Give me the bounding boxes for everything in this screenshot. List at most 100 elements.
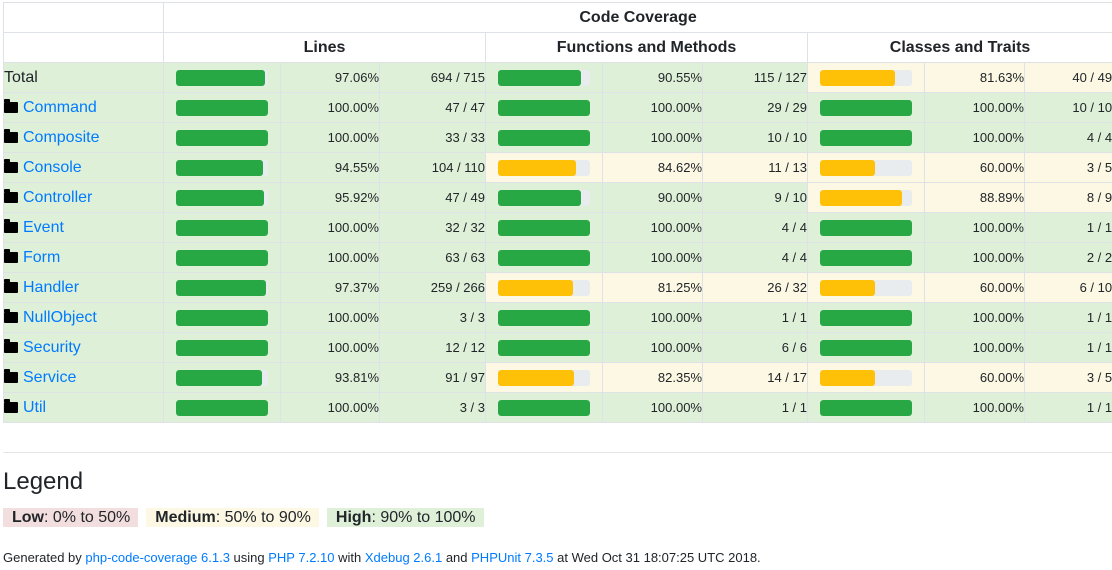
- progress-bar-fill: [176, 69, 266, 86]
- directory-link[interactable]: Command: [23, 99, 97, 116]
- lines-bar-cell: [163, 182, 281, 213]
- progress-bar: [498, 369, 590, 386]
- functions-bar-cell: [485, 332, 603, 363]
- functions-bar-cell: [485, 152, 603, 183]
- directory-link[interactable]: Controller: [23, 189, 92, 206]
- directory-link[interactable]: Handler: [23, 279, 79, 296]
- lines-bar-cell: [163, 242, 281, 273]
- functions-percent: 90.55%: [602, 62, 703, 93]
- classes-count: 1 / 1: [1023, 332, 1112, 363]
- lines-count: 12 / 12: [379, 332, 486, 363]
- progress-bar-fill: [176, 279, 266, 296]
- classes-count: 10 / 10: [1023, 92, 1112, 123]
- lines-count: 104 / 110: [379, 152, 486, 183]
- progress-bar: [820, 369, 912, 386]
- classes-bar-cell: [807, 272, 925, 303]
- progress-bar: [498, 99, 590, 116]
- row-name-cell: Form: [3, 242, 164, 273]
- lines-percent: 100.00%: [280, 392, 380, 423]
- progress-bar-fill: [176, 159, 263, 176]
- directory-link[interactable]: Event: [23, 219, 64, 236]
- classes-count: 2 / 2: [1023, 242, 1112, 273]
- progress-bar-fill: [498, 99, 590, 116]
- lines-percent: 100.00%: [280, 302, 380, 333]
- directory-link[interactable]: Form: [23, 249, 60, 266]
- progress-bar: [176, 309, 268, 326]
- lines-count: 91 / 97: [379, 362, 486, 393]
- functions-percent: 100.00%: [602, 392, 703, 423]
- progress-bar-fill: [820, 249, 912, 266]
- folder-icon: [4, 278, 18, 293]
- functions-percent: 100.00%: [602, 122, 703, 153]
- lines-percent: 97.06%: [280, 62, 380, 93]
- table-title: Code Coverage: [162, 2, 1112, 33]
- directory-link[interactable]: Util: [23, 399, 46, 416]
- php-link[interactable]: PHP 7.2.10: [268, 550, 334, 565]
- table-row: Composite 100.00% 33 / 33 100.00% 10 / 10 100…: [3, 122, 1112, 153]
- progress-bar: [498, 129, 590, 146]
- classes-count: 1 / 1: [1023, 212, 1112, 243]
- xdebug-link[interactable]: Xdebug 2.6.1: [365, 550, 442, 565]
- column-header-functions: Functions and Methods: [485, 32, 808, 63]
- row-name-cell: Security: [3, 332, 164, 363]
- directory-link[interactable]: NullObject: [23, 309, 97, 326]
- total-label: Total: [4, 68, 38, 86]
- legend: Low: 0% to 50% Medium: 50% to 90% High: …: [3, 508, 484, 527]
- row-name-cell: Composite: [3, 122, 164, 153]
- directory-link[interactable]: Security: [23, 339, 81, 356]
- progress-bar-fill: [820, 219, 912, 236]
- classes-percent: 100.00%: [924, 332, 1025, 363]
- phpunit-link[interactable]: PHPUnit 7.3.5: [471, 550, 553, 565]
- functions-count: 4 / 4: [702, 212, 808, 243]
- functions-count: 14 / 17: [702, 362, 808, 393]
- classes-percent: 100.00%: [924, 212, 1025, 243]
- progress-bar-fill: [176, 219, 268, 236]
- folder-icon: [4, 98, 18, 113]
- table-row: Form 100.00% 63 / 63 100.00% 4 / 4 100.00% 2 /…: [3, 242, 1112, 273]
- lines-percent: 94.55%: [280, 152, 380, 183]
- progress-bar: [820, 129, 912, 146]
- classes-percent: 100.00%: [924, 122, 1025, 153]
- legend-low: Low: 0% to 50%: [3, 508, 139, 527]
- classes-bar-cell: [807, 122, 925, 153]
- progress-bar: [820, 219, 912, 236]
- lines-percent: 100.00%: [280, 212, 380, 243]
- progress-bar-fill: [176, 249, 268, 266]
- progress-bar-fill: [820, 309, 912, 326]
- row-name-cell: Command: [3, 92, 164, 123]
- classes-percent: 60.00%: [924, 152, 1025, 183]
- progress-bar-fill: [176, 189, 265, 206]
- progress-bar-fill: [498, 249, 590, 266]
- directory-link[interactable]: Service: [23, 369, 76, 386]
- lines-percent: 93.81%: [280, 362, 380, 393]
- classes-bar-cell: [807, 212, 925, 243]
- functions-bar-cell: [485, 182, 603, 213]
- progress-bar: [176, 279, 268, 296]
- progress-bar: [820, 399, 912, 416]
- functions-count: 6 / 6: [702, 332, 808, 363]
- progress-bar-fill: [498, 399, 590, 416]
- functions-count: 10 / 10: [702, 122, 808, 153]
- classes-bar-cell: [807, 62, 925, 93]
- table-row: Event 100.00% 32 / 32 100.00% 4 / 4 100.00% 1 …: [3, 212, 1112, 243]
- directory-link[interactable]: Composite: [23, 129, 99, 146]
- row-name-cell: Util: [3, 392, 164, 423]
- lines-bar-cell: [163, 122, 281, 153]
- classes-bar-cell: [807, 92, 925, 123]
- progress-bar: [498, 249, 590, 266]
- classes-count: 8 / 9: [1023, 182, 1112, 213]
- progress-bar: [176, 369, 268, 386]
- classes-count: 1 / 1: [1023, 302, 1112, 333]
- functions-count: 26 / 32: [702, 272, 808, 303]
- table-row: Service 93.81% 91 / 97 82.35% 14 / 17 60.00% 3…: [3, 362, 1112, 393]
- progress-bar: [498, 399, 590, 416]
- lines-count: 3 / 3: [379, 392, 486, 423]
- progress-bar-fill: [498, 159, 576, 176]
- folder-icon: [4, 158, 18, 173]
- php-code-coverage-link[interactable]: php-code-coverage 6.1.3: [85, 550, 230, 565]
- directory-link[interactable]: Console: [23, 159, 82, 176]
- functions-percent: 90.00%: [602, 182, 703, 213]
- lines-percent: 100.00%: [280, 332, 380, 363]
- folder-icon: [4, 398, 18, 413]
- classes-bar-cell: [807, 182, 925, 213]
